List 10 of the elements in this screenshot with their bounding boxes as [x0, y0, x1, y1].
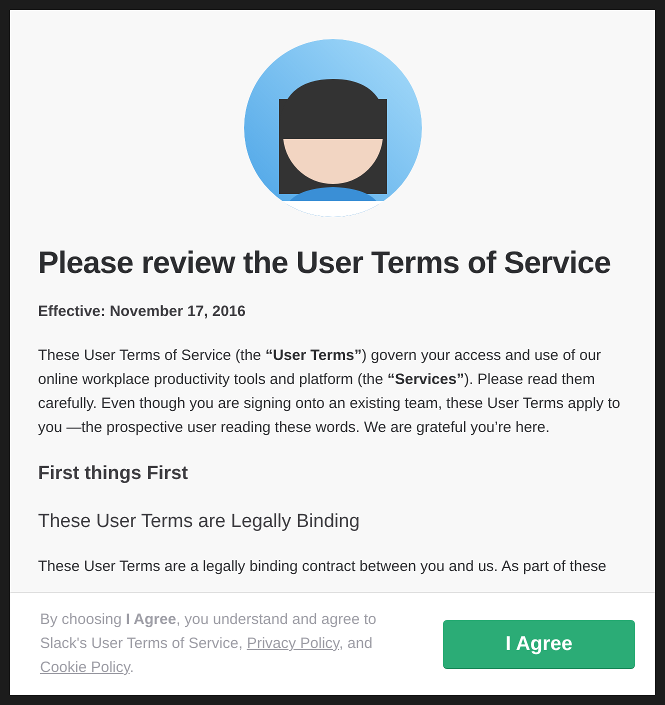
effective-date: Effective: November 17, 2016: [38, 302, 247, 322]
intro-paragraph: These User Terms of Service (the “User Terms”) govern your access and use of our online workplace productivity tools and platform (the “Services”). Please read them carefully. Even though you are signing onto an existing team, these User Terms apply to you —the prospective user reading these words. We are grateful you’re here.: [38, 346, 622, 438]
subsection-heading: These User Terms are Legally Binding: [38, 510, 361, 534]
section-heading: First things First: [38, 462, 189, 486]
body-paragraph: These User Terms are a legally binding contract between you and us. As part of these: [38, 556, 608, 576]
agree-button[interactable]: I Agree: [443, 620, 635, 668]
consent-text: By choosing I Agree, you understand and agree to Slack's User Terms of Service, Privacy Policy, and Cookie Policy.: [40, 610, 378, 678]
policy-link[interactable]: Privacy Policy: [246, 635, 340, 652]
policy-link[interactable]: Cookie Policy: [40, 659, 130, 676]
page-title: Please review the User Terms of Service: [38, 244, 612, 282]
